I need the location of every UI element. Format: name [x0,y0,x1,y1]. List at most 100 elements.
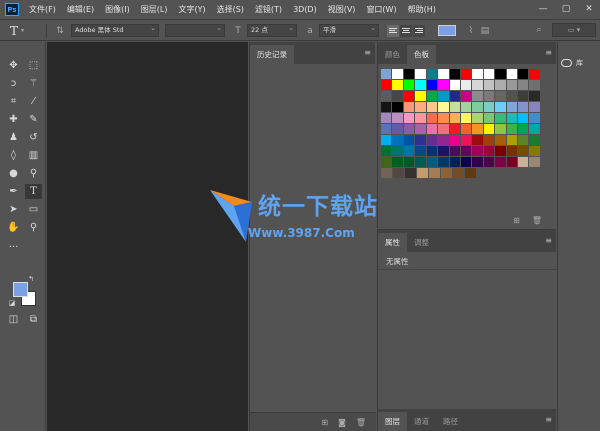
magic-wand-icon[interactable]: ⚚ [25,76,42,91]
minimize-button[interactable]: — [538,3,548,15]
eyedropper-icon[interactable]: ⁄ [25,94,42,109]
color-swatch[interactable] [460,157,472,167]
color-swatch[interactable] [438,135,449,145]
camera-icon[interactable]: ◙ [338,418,346,427]
color-swatch[interactable] [392,69,403,79]
color-swatch[interactable] [518,80,529,90]
color-swatch[interactable] [426,124,438,134]
color-swatch[interactable] [465,168,476,178]
crop-tool-icon[interactable]: ⌗ [5,94,22,109]
color-swatch[interactable] [506,102,518,112]
color-swatch[interactable] [403,69,415,79]
dodge-tool-icon[interactable]: ⚲ [25,166,42,181]
marquee-tool-icon[interactable]: ⬚ [25,58,42,73]
color-swatch[interactable] [483,113,495,123]
menu-filter[interactable]: 滤镜(T) [255,4,282,15]
color-swatch[interactable] [472,124,483,134]
color-swatch[interactable] [438,113,449,123]
color-swatch[interactable] [438,146,449,156]
color-swatch[interactable] [403,80,415,90]
color-swatch[interactable] [483,102,495,112]
color-swatch[interactable] [506,124,518,134]
font-style-select[interactable] [165,24,225,37]
brush-tool-icon[interactable]: ✎ [25,112,42,127]
color-swatch[interactable] [381,113,392,123]
color-swatch[interactable] [506,146,518,156]
tool-preset-picker[interactable]: T ▾ [10,23,40,39]
color-swatch[interactable] [426,69,438,79]
healing-brush-icon[interactable]: ✚ [5,112,22,127]
color-swatch[interactable] [472,102,483,112]
menu-help[interactable]: 帮助(H) [408,4,436,15]
tab-paths[interactable]: 路径 [436,412,465,431]
color-swatch[interactable] [417,168,428,178]
color-swatch[interactable] [518,135,529,145]
color-swatch[interactable] [426,91,438,101]
color-swatch[interactable] [449,113,460,123]
color-swatch[interactable] [415,91,426,101]
menu-window[interactable]: 窗口(W) [366,4,396,15]
color-swatch[interactable] [518,69,529,79]
color-swatch[interactable] [449,157,460,167]
color-swatch[interactable] [438,69,449,79]
maximize-button[interactable]: ▢ [561,3,571,15]
color-swatch[interactable] [392,157,403,167]
color-swatch[interactable] [438,80,449,90]
color-swatch[interactable] [460,91,472,101]
align-right-button[interactable] [413,24,425,37]
color-swatch[interactable] [506,80,518,90]
color-swatch[interactable] [405,168,416,178]
color-swatch[interactable] [472,135,483,145]
font-family-select[interactable]: Adobe 黑体 Std [71,24,159,37]
color-swatch[interactable] [403,113,415,123]
color-swatch[interactable] [441,168,452,178]
color-swatch[interactable] [438,91,449,101]
color-swatch[interactable] [426,157,438,167]
color-swatch[interactable] [483,124,495,134]
text-color-swatch[interactable] [438,25,456,36]
tab-swatches[interactable]: 色板 [407,45,436,64]
color-swatch[interactable] [460,135,472,145]
menu-edit[interactable]: 编辑(E) [67,4,94,15]
color-swatch[interactable] [529,157,540,167]
more-tools-icon[interactable]: ··· [5,240,22,255]
menu-image[interactable]: 图像(I) [105,4,130,15]
search-icon[interactable]: ⌕ [532,23,546,37]
color-swatch[interactable] [506,91,518,101]
color-swatch[interactable] [529,113,540,123]
color-swatch[interactable] [381,135,392,145]
menu-3d[interactable]: 3D(D) [293,5,317,14]
color-swatch[interactable] [438,157,449,167]
menu-type[interactable]: 文字(Y) [178,4,205,15]
color-swatch[interactable] [403,124,415,134]
character-panel-icon[interactable]: ▤ [478,24,492,38]
color-swatch[interactable] [415,157,426,167]
color-swatch[interactable] [495,102,506,112]
eraser-tool-icon[interactable]: ◊ [5,148,22,163]
color-swatch[interactable] [483,135,495,145]
type-tool-icon[interactable]: T [25,184,42,199]
color-swatch[interactable] [483,157,495,167]
color-swatch[interactable] [381,69,392,79]
color-swatch[interactable] [392,146,403,156]
color-swatch[interactable] [518,146,529,156]
color-swatch[interactable] [426,80,438,90]
color-swatch[interactable] [381,168,392,178]
color-swatch[interactable] [495,157,506,167]
color-swatch[interactable] [392,135,403,145]
color-swatch[interactable] [506,135,518,145]
color-swatch[interactable] [403,146,415,156]
color-swatch[interactable] [518,91,529,101]
color-swatch[interactable] [381,102,392,112]
color-swatch[interactable] [529,69,540,79]
color-swatch[interactable] [415,102,426,112]
color-swatch[interactable] [381,146,392,156]
color-swatch[interactable] [529,102,540,112]
color-swatch[interactable] [438,102,449,112]
color-swatch[interactable] [381,80,392,90]
clone-stamp-icon[interactable]: ♟ [5,130,22,145]
new-document-icon[interactable]: ⊞ [321,418,328,427]
color-swatch[interactable] [460,69,472,79]
color-swatch[interactable] [483,146,495,156]
color-swatch[interactable] [460,113,472,123]
